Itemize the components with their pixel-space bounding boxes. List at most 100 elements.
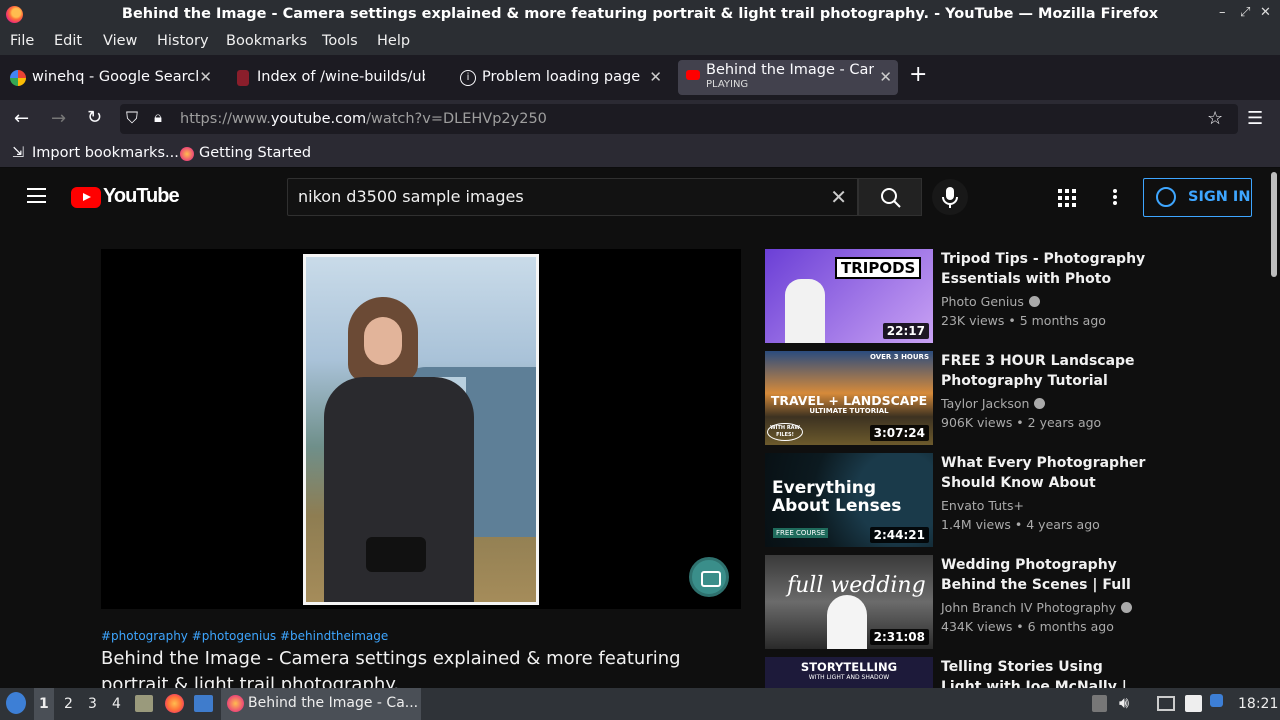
close-tab-icon[interactable]: ✕ [879, 68, 892, 86]
recommendation-title[interactable]: What Every Photographer Should Know Abou… [941, 453, 1146, 493]
apps-grid-icon[interactable] [1058, 189, 1076, 207]
recommendation-item[interactable]: STORYTELLING WITH LIGHT AND SHADOW Telli… [765, 657, 1145, 688]
start-menu-icon[interactable] [6, 692, 26, 714]
reload-icon[interactable]: ↻ [87, 107, 102, 128]
workspace-1[interactable]: 1 [39, 696, 49, 712]
url-text[interactable]: https://www.youtube.com/watch?v=DLEHVp2y… [180, 111, 547, 127]
minimize-icon[interactable]: – [1219, 5, 1226, 20]
hamburger-menu-icon[interactable] [27, 188, 46, 203]
verified-icon [1034, 398, 1046, 409]
menu-view[interactable]: View [103, 33, 137, 49]
update-icon[interactable] [1210, 694, 1223, 707]
workspace-4[interactable]: 4 [112, 696, 121, 712]
tab-wine-builds[interactable]: Index of /wine-builds/ubu [233, 60, 453, 95]
thumbnail-text: full wedding [787, 573, 926, 598]
tab-problem-loading[interactable]: i Problem loading page ✕ [458, 60, 668, 95]
recommendation-title[interactable]: Telling Stories Using Light with Joe McN… [941, 657, 1145, 688]
firefox-icon [180, 147, 194, 161]
firefox-launcher-icon[interactable] [165, 694, 184, 713]
search-box[interactable]: ✕ [287, 178, 858, 216]
clear-search-icon[interactable]: ✕ [830, 185, 847, 209]
taskbar-window-label: Behind the Image - Ca... [248, 695, 419, 711]
search-input[interactable] [298, 187, 818, 206]
video-thumbnail[interactable]: TRIPODS 22:17 [765, 249, 933, 343]
menu-help[interactable]: Help [377, 33, 410, 49]
wine-icon [237, 70, 249, 86]
info-icon: i [460, 70, 476, 86]
scrollbar-thumb[interactable] [1271, 172, 1277, 277]
taskbar-window-firefox[interactable]: Behind the Image - Ca... [221, 688, 421, 720]
bookmark-getting-started[interactable]: Getting Started [199, 145, 311, 161]
video-hashtags[interactable]: #photography #photogenius #behindtheimag… [101, 629, 388, 643]
video-thumbnail[interactable]: full wedding 2:31:08 [765, 555, 933, 649]
youtube-logo-text[interactable]: YouTube [103, 185, 180, 208]
recommendation-item[interactable]: Everything About Lenses FREE COURSE 2:44… [765, 453, 1145, 547]
thumbnail-text: TRAVEL + LANDSCAPE [770, 393, 928, 408]
tab-winehq[interactable]: winehq - Google Search ✕ [8, 60, 218, 95]
notes-icon[interactable] [1185, 695, 1202, 712]
file-manager-icon[interactable] [135, 695, 153, 712]
sign-in-button[interactable]: SIGN IN [1143, 178, 1252, 217]
verified-icon [1121, 602, 1133, 613]
workspace-3[interactable]: 3 [88, 696, 97, 712]
maximize-icon[interactable]: ⤢ [1240, 5, 1250, 20]
tab-label: Behind the Image - Came [706, 62, 874, 78]
face-shape [364, 317, 402, 365]
video-thumbnail[interactable]: Everything About Lenses FREE COURSE 2:44… [765, 453, 933, 547]
recommendation-item[interactable]: OVER 3 HOURS TRAVEL + LANDSCAPE ULTIMATE… [765, 351, 1145, 445]
clock[interactable]: 18:21 [1238, 696, 1278, 712]
bride-shape [827, 595, 867, 649]
recommendation-title[interactable]: Tripod Tips - Photography Essentials wit… [941, 249, 1146, 289]
video-meta: 1.4M views • 4 years ago [941, 517, 1100, 532]
url-bar[interactable]: ⛉ 🔒︎ https://www.youtube.com/watch?v=DLE… [120, 104, 1238, 134]
window-title: Behind the Image - Camera settings expla… [121, 6, 1159, 22]
close-tab-icon[interactable]: ✕ [649, 68, 662, 86]
video-thumbnail[interactable]: STORYTELLING WITH LIGHT AND SHADOW [765, 657, 933, 688]
verified-icon [1028, 296, 1040, 307]
menu-history[interactable]: History [157, 33, 209, 49]
thumbnail-text: TRIPODS [835, 257, 922, 279]
lock-icon[interactable]: 🔒︎ [154, 108, 162, 126]
recommendation-title[interactable]: Wedding Photography Behind the Scenes | … [941, 555, 1146, 595]
volume-icon[interactable]: 🔊︎ [1119, 693, 1129, 713]
page-scrollbar[interactable] [1268, 168, 1280, 688]
recommendation-item[interactable]: TRIPODS 22:17 Tripod Tips - Photography … [765, 249, 1145, 343]
voice-search-button[interactable] [932, 179, 968, 215]
camera-shape [366, 537, 426, 572]
thumbnail-text: Everything About Lenses [772, 478, 902, 516]
more-options-icon[interactable] [1112, 188, 1118, 206]
app-menu-icon[interactable]: ☰ [1247, 108, 1263, 129]
close-tab-icon[interactable]: ✕ [199, 68, 212, 86]
clipboard-icon[interactable] [1092, 695, 1107, 712]
tab-youtube-active[interactable]: Behind the Image - Came PLAYING ✕ [678, 60, 898, 95]
tab-label: winehq - Google Search [32, 69, 198, 85]
close-window-icon[interactable]: ✕ [1260, 5, 1271, 20]
menu-edit[interactable]: Edit [54, 33, 82, 49]
desktop-icon[interactable] [194, 695, 213, 712]
video-duration: 3:07:24 [869, 425, 929, 441]
back-icon[interactable]: ← [14, 108, 29, 129]
recommendation-item[interactable]: full wedding 2:31:08 Wedding Photography… [765, 555, 1145, 649]
menu-tools[interactable]: Tools [322, 33, 358, 49]
menu-file[interactable]: File [10, 33, 34, 49]
search-button[interactable] [858, 178, 922, 216]
bookmark-import[interactable]: Import bookmarks... [32, 145, 179, 161]
import-icon: ⇲ [12, 145, 25, 161]
thumbnail-badge: WITH RAW FILES! [767, 423, 803, 441]
shield-icon[interactable]: ⛉ [126, 108, 138, 128]
menu-bookmarks[interactable]: Bookmarks [226, 33, 307, 49]
channel-name: Photo Genius [941, 294, 1040, 309]
menu-bar: File Edit View History Bookmarks Tools H… [0, 30, 1280, 55]
recommendation-title[interactable]: FREE 3 HOUR Landscape Photography Tutori… [941, 351, 1146, 391]
workspace-2[interactable]: 2 [64, 696, 73, 712]
google-icon [10, 70, 26, 86]
new-tab-icon[interactable]: + [909, 62, 927, 87]
channel-watermark-icon[interactable] [689, 557, 729, 597]
video-duration: 2:44:21 [869, 527, 929, 543]
channel-name: John Branch IV Photography [941, 600, 1133, 615]
network-icon[interactable] [1157, 696, 1175, 711]
youtube-logo-icon[interactable] [71, 187, 101, 208]
forward-icon[interactable]: → [51, 108, 66, 129]
video-thumbnail[interactable]: OVER 3 HOURS TRAVEL + LANDSCAPE ULTIMATE… [765, 351, 933, 445]
bookmark-star-icon[interactable]: ☆ [1207, 108, 1223, 129]
